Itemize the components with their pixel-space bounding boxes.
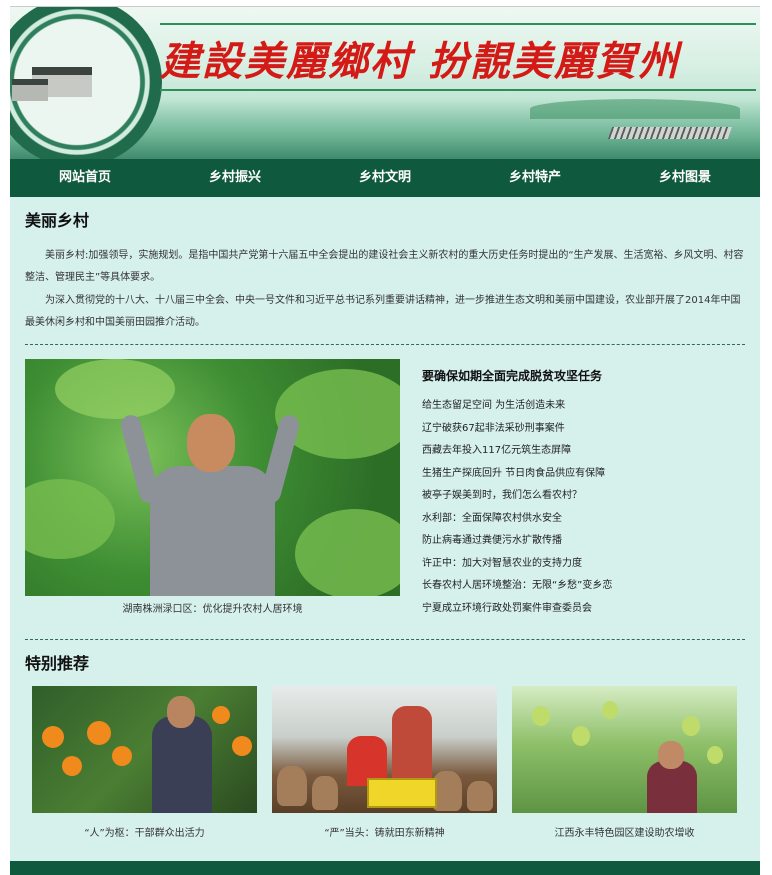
- farmer-figure: [152, 716, 212, 813]
- banner-medallion-image: [10, 7, 162, 159]
- header-banner: 建設美麗鄉村 扮靚美麗賀州: [10, 7, 760, 159]
- orange-fruit: [232, 736, 252, 756]
- intro-title: 美丽乡村: [25, 211, 90, 230]
- news-item[interactable]: 给生态留足空间 为生活创造未来: [422, 395, 612, 418]
- pear-fruit: [682, 716, 700, 736]
- medallion-house: [12, 79, 48, 101]
- pear-fruit: [532, 706, 550, 726]
- nav-rural-specialties[interactable]: 乡村特产: [460, 159, 610, 197]
- farmer-head: [658, 741, 684, 769]
- feature-card[interactable]: “人”为枢：干部群众出活力: [32, 686, 257, 839]
- news-item[interactable]: 辽宁破获67起非法采砂刑事案件: [422, 418, 612, 441]
- intro-paragraph: 美丽乡村:加强领导，实施规划。是指中国共产党第十六届五中全会提出的建设社会主义新…: [25, 250, 744, 283]
- banner-slogan: 建設美麗鄉村 扮靚美麗賀州: [160, 38, 680, 85]
- feature-image-pears[interactable]: [512, 686, 737, 813]
- footer-bar: [10, 861, 760, 875]
- orange-fruit: [112, 746, 132, 766]
- pear-fruit: [707, 746, 723, 764]
- feature-caption[interactable]: 江西永丰特色园区建设助农增收: [512, 824, 737, 839]
- feature-title: 特别推荐: [25, 654, 90, 673]
- news-item[interactable]: 被亭子娱美到时，我们怎么看农村？: [422, 485, 612, 508]
- orange-fruit: [62, 756, 82, 776]
- news-photo[interactable]: [25, 359, 400, 596]
- intro-paragraph: 为深入贯彻党的十八大、十八届三中全会、中央一号文件和习近平总书记系列重要讲话精神…: [25, 295, 741, 328]
- lotus-leaf: [55, 359, 175, 419]
- lotus-leaf: [295, 509, 400, 596]
- farmer-figure: [118, 412, 302, 596]
- mushroom: [312, 776, 338, 810]
- banner-rule-top: [160, 23, 756, 25]
- feature-image-mushrooms[interactable]: [272, 686, 497, 813]
- feature-section: 特别推荐 “人”为枢：干部群众出活力 “严”当头：铸就田东新精神 江西永丰特色园…: [10, 640, 760, 839]
- feature-caption[interactable]: “严”当头：铸就田东新精神: [272, 824, 497, 839]
- farmer-figure: [392, 706, 432, 786]
- news-item[interactable]: 许正中：加大对智慧农业的支持力度: [422, 553, 612, 576]
- banner-pier: [607, 127, 733, 139]
- news-item[interactable]: 宁夏成立环境行政处罚案件审查委员会: [422, 598, 612, 621]
- farmer-head: [167, 696, 195, 728]
- orange-fruit: [42, 726, 64, 748]
- mushroom-basket: [367, 778, 437, 808]
- news-item[interactable]: 防止病毒通过粪便污水扩散传播: [422, 530, 612, 553]
- intro-section: 美丽乡村 美丽乡村:加强领导，实施规划。是指中国共产党第十六届五中全会提出的建设…: [10, 197, 760, 334]
- feature-caption[interactable]: “人”为枢：干部群众出活力: [32, 824, 257, 839]
- news-photo-caption[interactable]: 湖南株洲渌口区：优化提升农村人居环境: [25, 600, 400, 615]
- mushroom: [467, 781, 493, 811]
- news-headline[interactable]: 要确保如期全面完成脱贫攻坚任务: [422, 367, 602, 384]
- nav-rural-scenery[interactable]: 乡村图景: [610, 159, 760, 197]
- news-item[interactable]: 水利部：全面保障农村供水安全: [422, 508, 612, 531]
- news-item[interactable]: 长春农村人居环境整治：无限“乡愁”变乡恋: [422, 575, 612, 598]
- farmer-head: [187, 414, 235, 472]
- news-item[interactable]: 生猪生产探底回升 节日肉食品供应有保障: [422, 463, 612, 486]
- nav-home[interactable]: 网站首页: [10, 159, 160, 197]
- nav-rural-civilization[interactable]: 乡村文明: [310, 159, 460, 197]
- farmer-body: [150, 466, 275, 596]
- pear-fruit: [572, 726, 590, 746]
- feature-card[interactable]: 江西永丰特色园区建设助农增收: [512, 686, 737, 839]
- lotus-leaf: [25, 479, 115, 559]
- pear-fruit: [602, 701, 618, 719]
- mushroom: [277, 766, 307, 806]
- news-item[interactable]: 西藏去年投入117亿元筑生态屏障: [422, 440, 612, 463]
- orange-fruit: [87, 721, 111, 745]
- news-section: 湖南株洲渌口区：优化提升农村人居环境 要确保如期全面完成脱贫攻坚任务 给生态留足…: [10, 345, 760, 625]
- nav-rural-revitalization[interactable]: 乡村振兴: [160, 159, 310, 197]
- feature-card[interactable]: “严”当头：铸就田东新精神: [272, 686, 497, 839]
- main-nav: 网站首页 乡村振兴 乡村文明 乡村特产 乡村图景: [10, 159, 760, 197]
- orange-fruit: [212, 706, 230, 724]
- feature-image-oranges[interactable]: [32, 686, 257, 813]
- feature-cards: “人”为枢：干部群众出活力 “严”当头：铸就田东新精神 江西永丰特色园区建设助农…: [25, 680, 745, 839]
- news-list: 给生态留足空间 为生活创造未来 辽宁破获67起非法采砂刑事案件 西藏去年投入11…: [422, 395, 612, 620]
- banner-rule-bottom: [160, 89, 756, 91]
- page-container: 建設美麗鄉村 扮靚美麗賀州 网站首页 乡村振兴 乡村文明 乡村特产 乡村图景 美…: [10, 6, 760, 875]
